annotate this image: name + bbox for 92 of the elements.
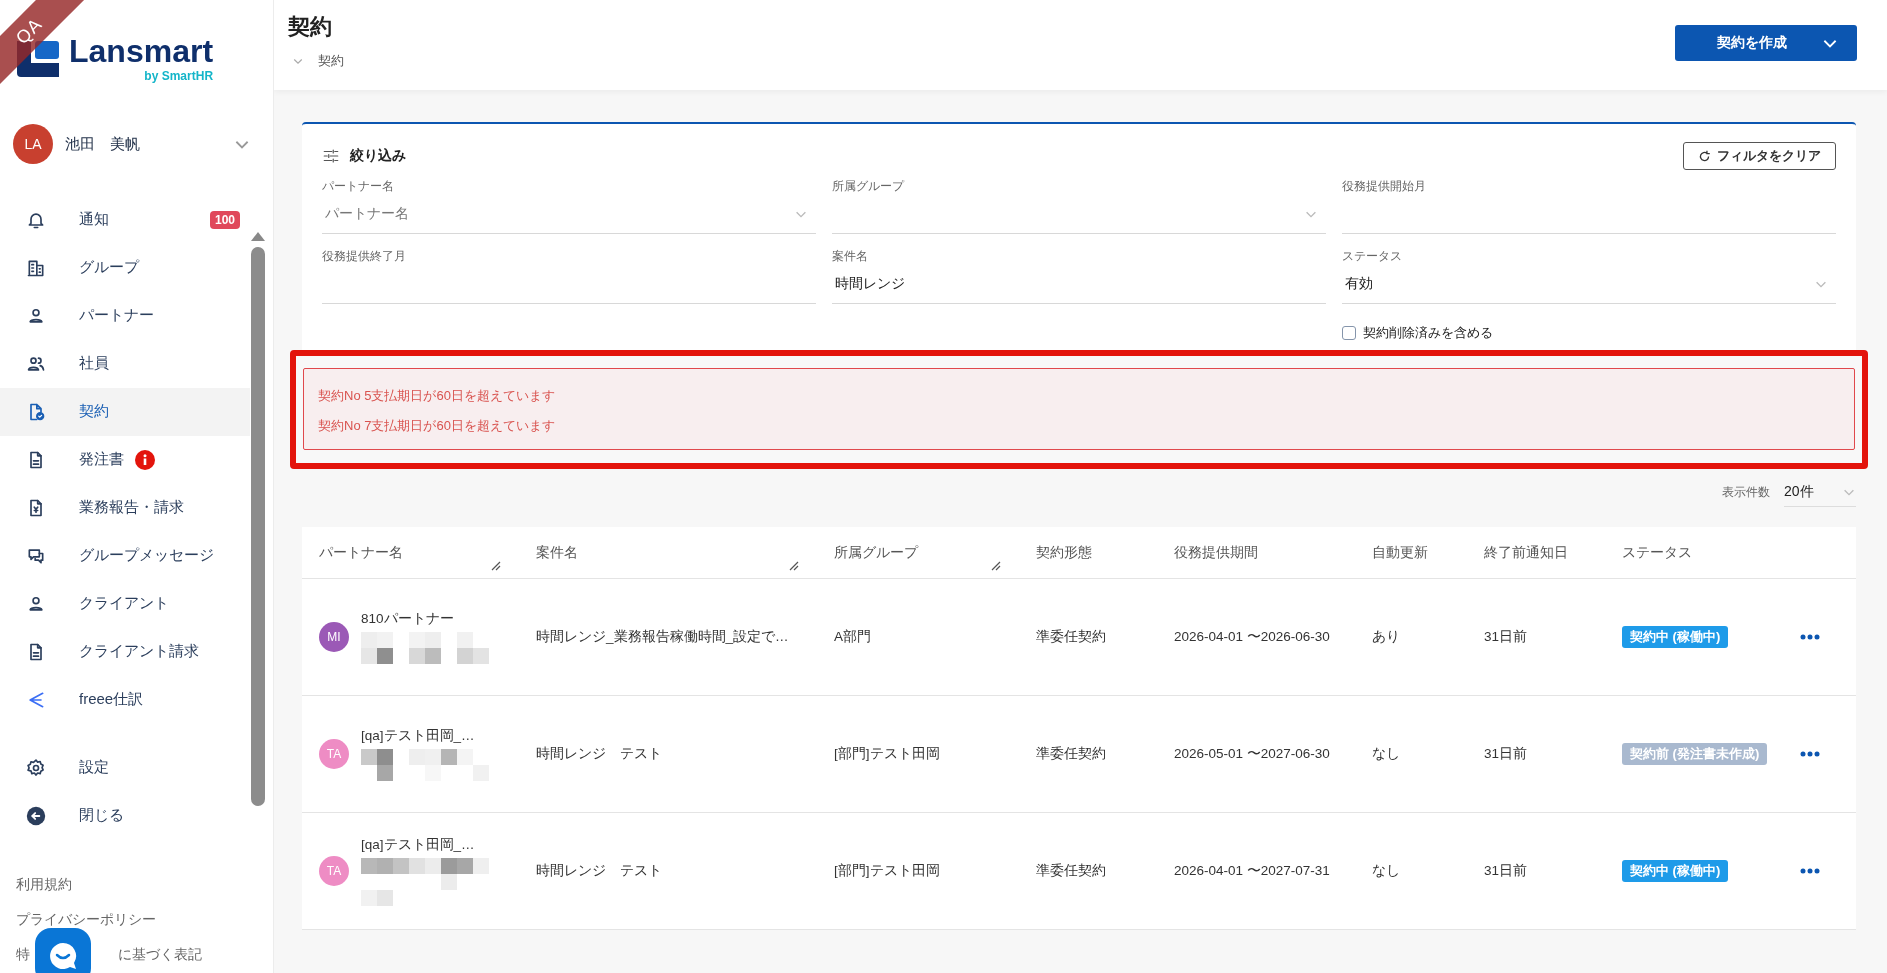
- more-icon: [1800, 634, 1820, 640]
- chat-button[interactable]: [35, 928, 91, 973]
- refresh-icon: [1698, 149, 1711, 163]
- nav-item[interactable]: 設定: [0, 743, 250, 792]
- column-header: 自動更新: [1372, 543, 1428, 562]
- table-cell-text: [部門]テスト田岡: [833, 745, 941, 763]
- table-cell-text: 準委任契約: [1035, 628, 1107, 646]
- create-contract-button[interactable]: 契約を作成: [1675, 25, 1857, 61]
- table-cell-text: なし: [1371, 745, 1401, 763]
- resize-handle-icon[interactable]: [789, 561, 799, 571]
- nav-item[interactable]: グループメッセージ: [0, 531, 250, 580]
- nav-item[interactable]: freee仕訳: [0, 675, 250, 724]
- logo-mark-icon: [17, 41, 59, 78]
- field-label: 役務提供開始月: [1342, 178, 1427, 194]
- table-cell-text: [部門]テスト田岡: [833, 862, 941, 880]
- partner-name: [qa]テスト田岡_…: [361, 836, 476, 854]
- nav-item[interactable]: クライアント請求: [0, 627, 250, 676]
- footer-link[interactable]: プライバシーポリシー: [0, 902, 273, 938]
- user-name: 池田 美帆: [65, 134, 141, 154]
- nav-item[interactable]: グループ: [0, 243, 250, 292]
- table-cell-text: 準委任契約: [1035, 745, 1107, 763]
- page-title: 契約: [288, 13, 333, 41]
- table-cell-text: 31日前: [1483, 745, 1529, 763]
- nav-item[interactable]: 閉じる: [0, 791, 250, 840]
- column-header: 所属グループ: [834, 543, 918, 562]
- table-cell-text: あり: [1371, 628, 1401, 646]
- chat-icon: [47, 940, 79, 972]
- scrollbar-thumb[interactable]: [251, 247, 265, 806]
- alert-message: 契約No 5支払期日が60日を超えています: [318, 387, 556, 405]
- settings-icon: [26, 757, 46, 778]
- column-header: ステータス: [1622, 543, 1692, 562]
- nav-item[interactable]: パートナー: [0, 291, 250, 340]
- partner-avatar: MI: [319, 622, 349, 652]
- resize-handle-icon[interactable]: [491, 561, 501, 571]
- page-size-label: 表示件数: [1722, 483, 1770, 501]
- partner-avatar: TA: [319, 739, 349, 769]
- table-cell-text: A部門: [833, 628, 872, 646]
- count-badge: 100: [209, 210, 240, 229]
- nav-item[interactable]: 業務報告・請求: [0, 483, 250, 532]
- table-cell-text: 時間レンジ_業務報告稼働時間_設定で…: [535, 628, 790, 646]
- field-label: ステータス: [1342, 248, 1403, 264]
- column-header: 契約形態: [1036, 543, 1092, 562]
- sliders-icon: [322, 147, 340, 165]
- footer-link[interactable]: に基づく表記: [118, 946, 202, 965]
- column-header: パートナー名: [319, 543, 403, 562]
- nav-item[interactable]: 社員: [0, 339, 250, 388]
- breadcrumb-link[interactable]: 契約: [318, 52, 344, 70]
- partner-name: 810パートナー: [361, 610, 455, 628]
- logo-name: Lansmart: [69, 35, 214, 68]
- checkbox[interactable]: [1342, 326, 1356, 340]
- nav-item[interactable]: 通知 100: [0, 195, 250, 244]
- table-cell-text: 2026-04-01 〜2027-07-31: [1173, 862, 1331, 880]
- table-cell-text: 31日前: [1483, 862, 1529, 880]
- table-cell-text: 2026-04-01 〜2026-06-30: [1173, 628, 1331, 646]
- more-icon: [1800, 868, 1820, 874]
- checkbox-label: 契約削除済みを含める: [1363, 324, 1493, 342]
- user-avatar: LA: [13, 124, 53, 165]
- status-badge: 契約前 (発注書未作成): [1622, 743, 1768, 765]
- nav-item[interactable]: クライアント: [0, 579, 250, 628]
- column-header: 案件名: [536, 543, 578, 562]
- alert-message: 契約No 7支払期日が60日を超えています: [318, 417, 556, 435]
- status-badge: 契約中 (稼働中): [1622, 626, 1729, 648]
- input-field[interactable]: 時間レンジ: [832, 264, 1326, 304]
- table-cell-text: 準委任契約: [1035, 862, 1107, 880]
- partner-avatar: TA: [319, 856, 349, 886]
- select-field[interactable]: 有効: [1342, 264, 1836, 304]
- field-label: 所属グループ: [832, 178, 906, 194]
- footer-link[interactable]: 利用規約: [0, 867, 273, 903]
- partner-name: [qa]テスト田岡_…: [361, 727, 476, 745]
- more-icon: [1800, 751, 1820, 757]
- filter-title: 絞り込み: [350, 147, 406, 165]
- clear-filter-button[interactable]: フィルタをクリア: [1683, 142, 1836, 170]
- field-label: 役務提供終了月: [322, 248, 407, 264]
- table-cell-text: 時間レンジ テスト: [535, 862, 663, 880]
- field-label: パートナー名: [322, 178, 395, 194]
- table-cell-text: なし: [1371, 862, 1401, 880]
- status-badge: 契約中 (稼働中): [1622, 860, 1729, 882]
- table-cell-text: 31日前: [1483, 628, 1529, 646]
- column-header: 役務提供期間: [1174, 543, 1258, 562]
- resize-handle-icon[interactable]: [991, 561, 1001, 571]
- table-cell-text: 2026-05-01 〜2027-06-30: [1173, 745, 1331, 763]
- nav-item[interactable]: 契約: [0, 387, 250, 436]
- arrow-logo-icon: [26, 689, 46, 710]
- field-label: 案件名: [832, 248, 869, 264]
- column-header: 終了前通知日: [1484, 543, 1568, 562]
- nav-item[interactable]: 発注書: [0, 435, 250, 484]
- logo-byline: by SmartHR: [144, 69, 214, 84]
- scroll-up-icon[interactable]: [251, 232, 265, 241]
- page-size-select[interactable]: 20件: [1784, 477, 1856, 507]
- select-field[interactable]: パートナー名: [322, 194, 816, 234]
- table-cell-text: 時間レンジ テスト: [535, 745, 663, 763]
- footer-link[interactable]: 特: [16, 946, 30, 965]
